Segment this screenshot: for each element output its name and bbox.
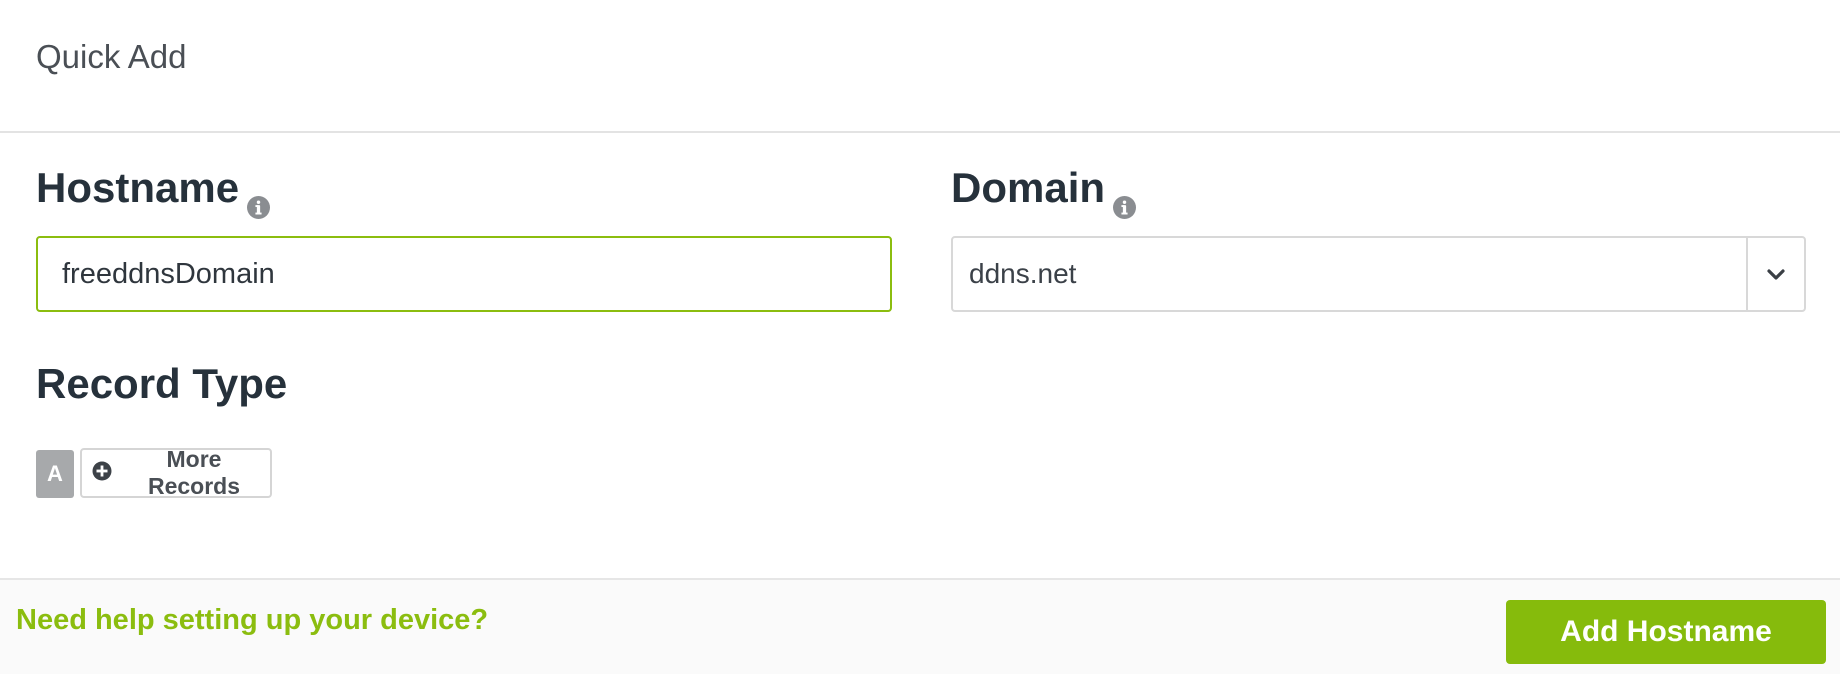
info-icon[interactable] <box>247 181 271 219</box>
plus-circle-icon <box>92 460 112 487</box>
hostname-input[interactable] <box>36 236 892 312</box>
record-type-label: Record Type <box>36 360 288 407</box>
quick-add-panel: Quick Add Hostname Domain <box>0 0 1840 674</box>
info-icon[interactable] <box>1113 181 1137 219</box>
hostname-label: Hostname <box>36 164 240 211</box>
panel-title: Quick Add <box>36 38 187 75</box>
more-records-label: More Records <box>147 446 241 499</box>
domain-label-group: Domain <box>951 164 1137 219</box>
panel-footer: Need help setting up your device? Add Ho… <box>0 578 1840 674</box>
domain-select[interactable]: ddns.net <box>951 236 1806 312</box>
domain-selected-value: ddns.net <box>969 258 1077 289</box>
hostname-label-group: Hostname <box>36 164 271 219</box>
domain-label: Domain <box>951 164 1106 211</box>
more-records-button[interactable]: More Records <box>80 446 272 499</box>
add-hostname-button[interactable]: Add Hostname <box>1506 600 1826 664</box>
chevron-down-icon[interactable] <box>1746 238 1804 310</box>
record-type-a-badge[interactable]: A <box>36 450 74 498</box>
panel-header: Quick Add <box>0 0 1840 133</box>
device-help-link[interactable]: Need help setting up your device? <box>16 604 488 637</box>
